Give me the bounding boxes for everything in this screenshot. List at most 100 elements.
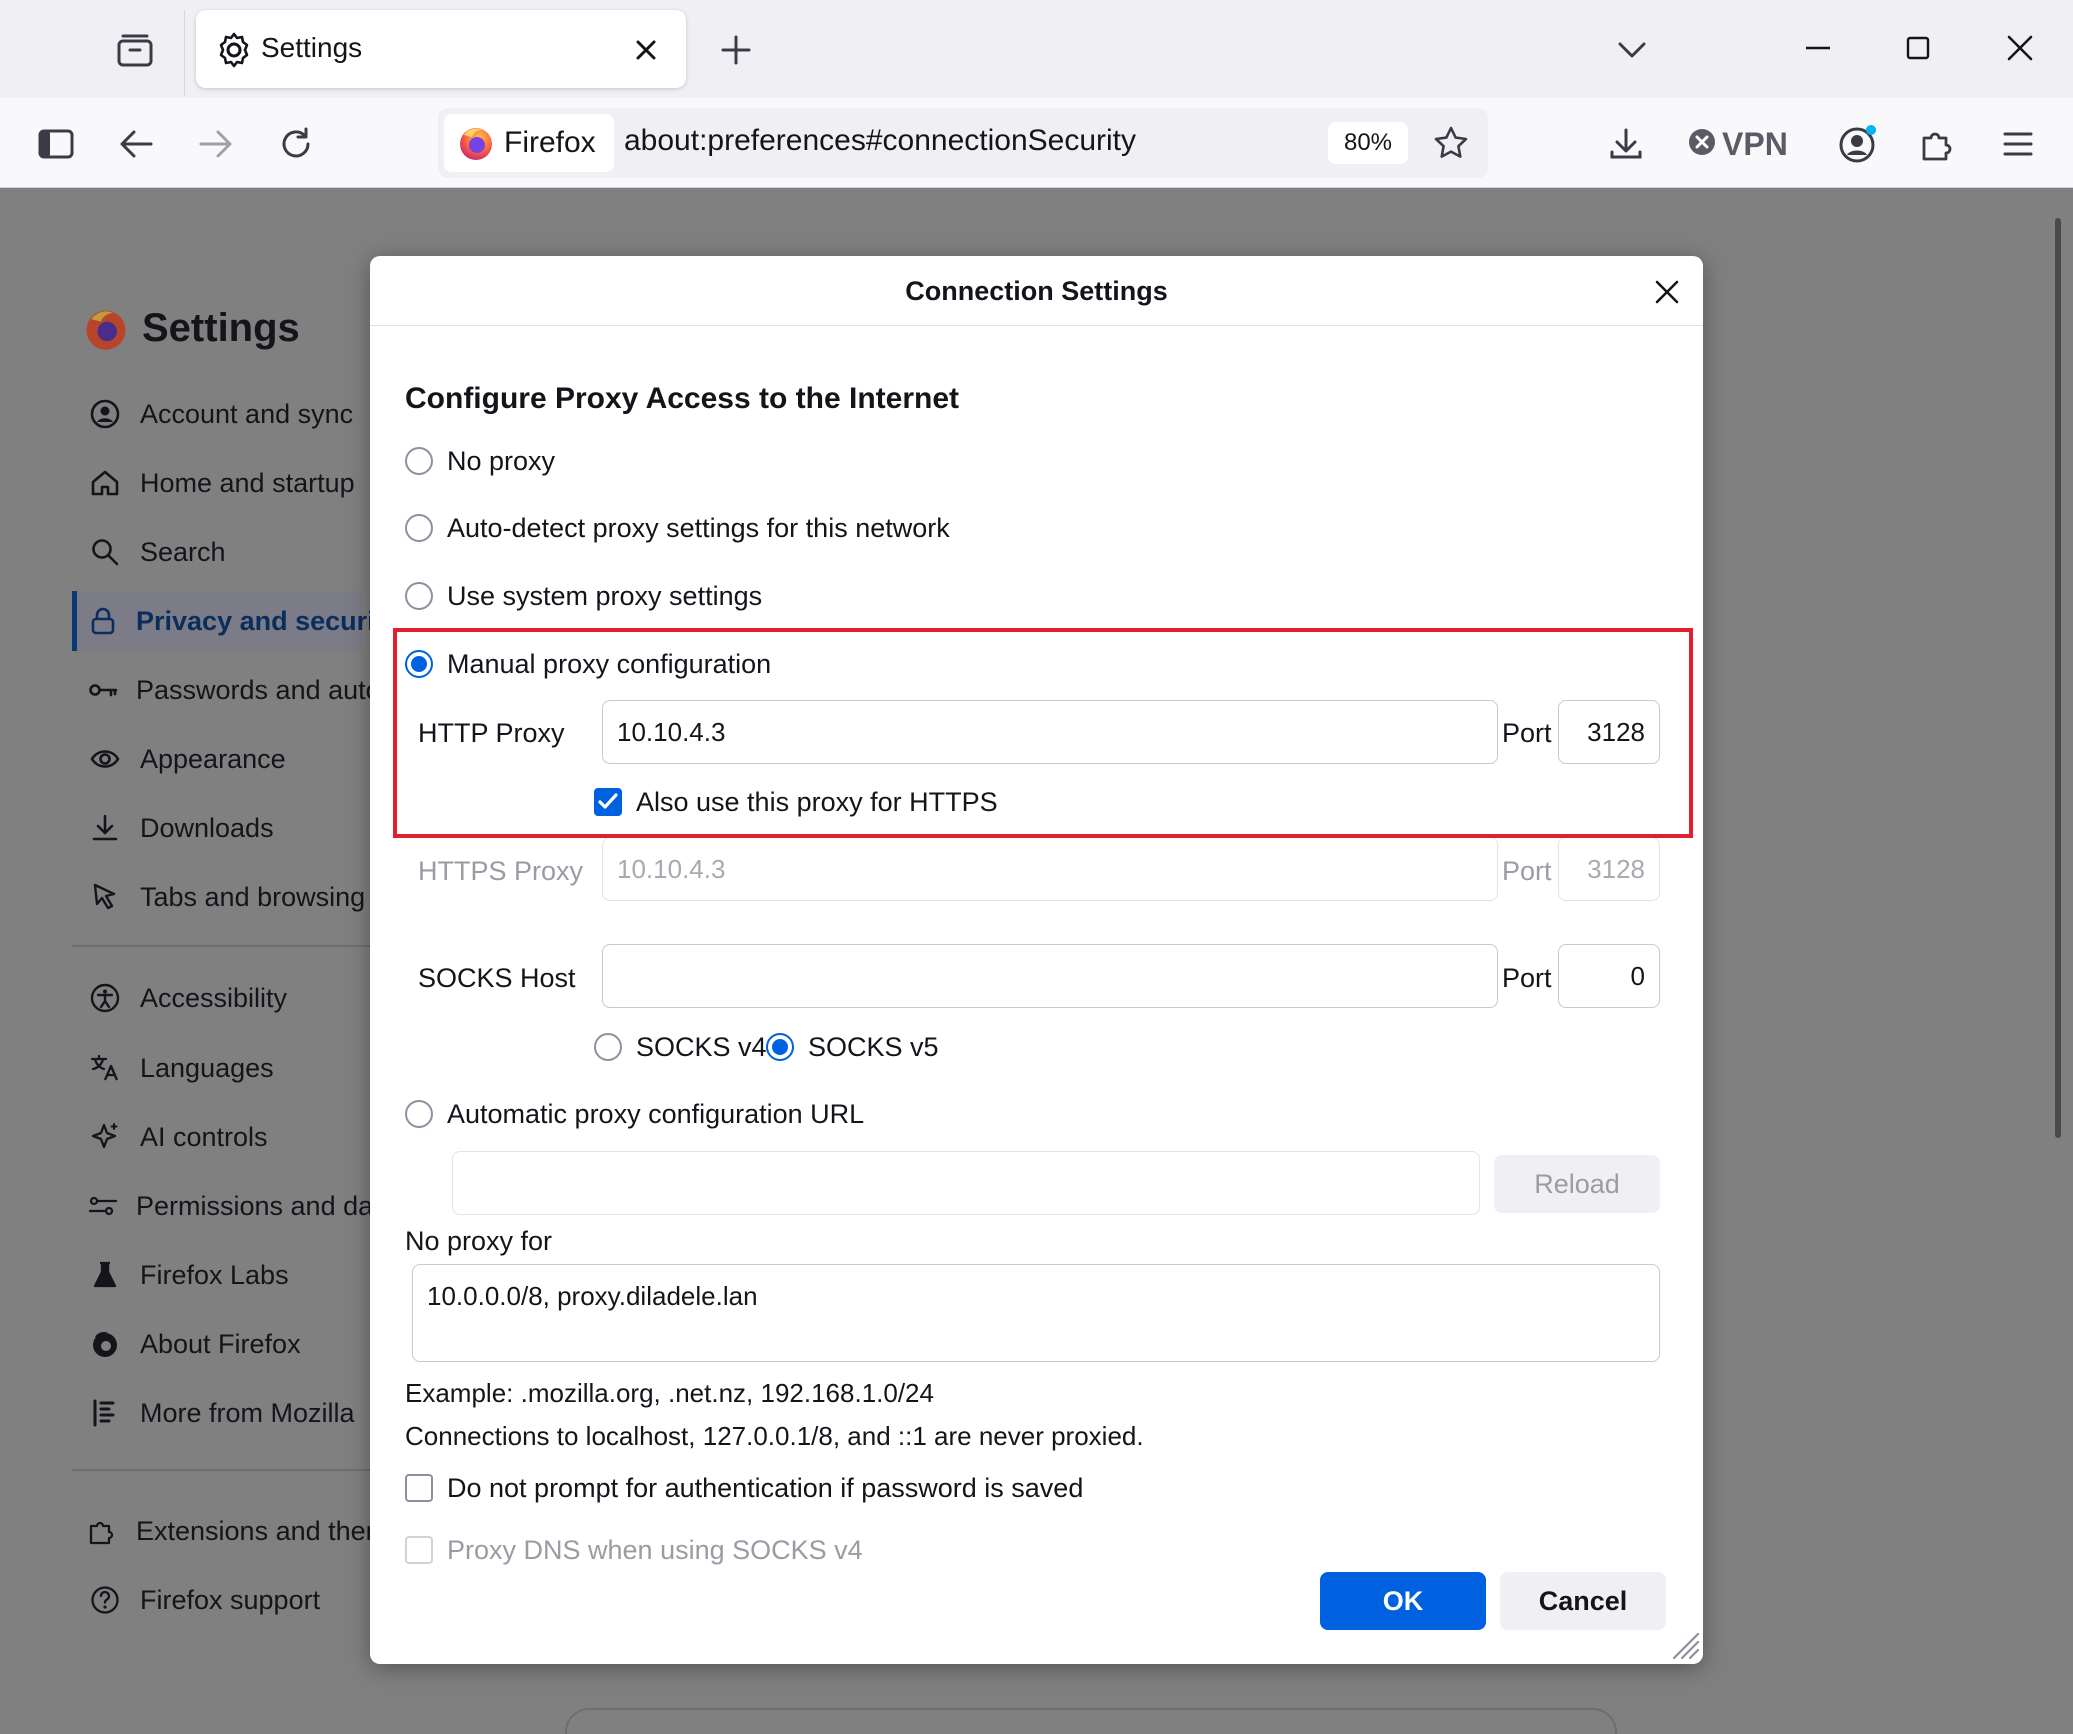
firefox-icon (458, 125, 494, 161)
translate-icon (88, 1051, 122, 1085)
auto-detect-radio[interactable] (405, 514, 433, 542)
auto-url-input (452, 1151, 1480, 1215)
maximize-icon[interactable] (1896, 26, 1940, 70)
socks-v5-label: SOCKS v5 (808, 1031, 939, 1062)
download-icon[interactable] (1600, 118, 1652, 170)
sidebar-item-accessibility[interactable]: Accessibility (88, 968, 372, 1028)
sidebar-item-label: Firefox support (140, 1584, 321, 1615)
sidebar-item-extensions-and-themes[interactable]: Extensions and themes (88, 1501, 372, 1561)
key-icon (88, 673, 118, 707)
firefox-icon (88, 1327, 122, 1361)
window-close-icon[interactable] (1998, 26, 2042, 70)
ok-button[interactable]: OK (1320, 1572, 1486, 1630)
socks-port-label: Port (1502, 963, 1552, 993)
sidebar-item-home-and-startup[interactable]: Home and startup (88, 453, 372, 513)
socks-v5-radio[interactable] (766, 1033, 794, 1061)
sliders-icon (88, 1189, 118, 1223)
eye-icon (88, 742, 122, 776)
vpn-button[interactable]: VPN (1688, 120, 1788, 168)
star-icon[interactable] (1428, 120, 1474, 166)
socks-host-label: SOCKS Host (418, 963, 576, 993)
settings-sidebar: Account and sync Home and startup Search… (72, 188, 372, 1734)
sidebar-item-firefox-support[interactable]: Firefox support (88, 1570, 372, 1630)
minimize-icon[interactable] (1796, 26, 1840, 70)
sidebar-item-downloads[interactable]: Downloads (88, 798, 372, 858)
system-proxy-option[interactable]: Use system proxy settings (405, 576, 762, 616)
socks-v5-option[interactable]: SOCKS v5 (766, 1027, 939, 1067)
auto-url-option[interactable]: Automatic proxy configuration URL (405, 1094, 864, 1134)
socks-host-input[interactable] (602, 944, 1498, 1008)
sidebar-item-ai-controls[interactable]: AI controls (88, 1107, 372, 1167)
url-bar[interactable]: Firefox about:preferences#connectionSecu… (438, 108, 1488, 178)
chevron-down-icon[interactable] (1610, 28, 1654, 72)
system-proxy-radio[interactable] (405, 582, 433, 610)
socks-v4-radio[interactable] (594, 1033, 622, 1061)
puzzle-icon (88, 1514, 118, 1548)
flask-icon (88, 1258, 122, 1292)
proxy-dns-checkbox (405, 1536, 433, 1564)
section-title: Configure Proxy Access to the Internet (405, 382, 960, 415)
sidebar-item-about-firefox[interactable]: About Firefox (88, 1314, 372, 1374)
close-tab-icon[interactable] (628, 32, 664, 68)
plus-icon[interactable] (714, 28, 758, 72)
socks-v4-option[interactable]: SOCKS v4 (594, 1027, 767, 1067)
identity-box[interactable]: Firefox (444, 114, 614, 172)
sidebar-item-label: Account and sync (140, 398, 354, 429)
sidebar-item-passwords-and-autofill[interactable]: Passwords and autofill (88, 660, 372, 720)
vpn-label: VPN (1722, 125, 1788, 162)
close-icon[interactable] (1647, 272, 1687, 312)
no-auth-prompt-option[interactable]: Do not prompt for authentication if pass… (405, 1468, 1083, 1508)
sidebar-item-label: Home and startup (140, 467, 355, 498)
example-note: Example: .mozilla.org, .net.nz, 192.168.… (405, 1378, 934, 1408)
search-icon (88, 535, 122, 569)
auto-url-radio[interactable] (405, 1100, 433, 1128)
sidebar-item-languages[interactable]: Languages (88, 1038, 372, 1098)
sidebar-item-privacy-and-security[interactable]: Privacy and security (72, 591, 372, 651)
sidebar-item-search[interactable]: Search (88, 522, 372, 582)
no-proxy-for-textarea[interactable]: 10.0.0.0/8, proxy.diladele.lan (412, 1264, 1660, 1362)
no-auth-prompt-checkbox[interactable] (405, 1474, 433, 1502)
no-proxy-option[interactable]: No proxy (405, 441, 555, 481)
sidebar-item-appearance[interactable]: Appearance (88, 729, 372, 789)
sidebar-item-label: About Firefox (140, 1328, 301, 1359)
socks-v4-label: SOCKS v4 (636, 1031, 767, 1062)
back-arrow-icon[interactable] (110, 118, 162, 170)
https-proxy-label: HTTPS Proxy (418, 856, 584, 886)
dialog-title: Connection Settings (905, 276, 1168, 306)
auto-url-label: Automatic proxy configuration URL (447, 1098, 865, 1129)
sparkle-icon (88, 1120, 122, 1154)
hamburger-menu-icon[interactable] (1992, 118, 2044, 170)
sidebar-item-permissions-and-data[interactable]: Permissions and data (88, 1176, 372, 1236)
account-icon[interactable] (1832, 118, 1884, 170)
cancel-button[interactable]: Cancel (1500, 1572, 1666, 1630)
auto-detect-label: Auto-detect proxy settings for this netw… (447, 512, 950, 543)
resize-grip-icon[interactable] (1668, 1628, 1700, 1660)
no-auth-prompt-label: Do not prompt for authentication if pass… (447, 1472, 1084, 1503)
https-proxy-input: 10.10.4.3 (602, 837, 1498, 901)
page-scrollbar[interactable] (2055, 218, 2061, 1138)
sidebar-divider (72, 945, 372, 947)
home-icon (88, 466, 122, 500)
sidebar-item-tabs-and-browsing[interactable]: Tabs and browsing (88, 867, 372, 927)
sidebar-item-more-from-mozilla[interactable]: More from Mozilla (88, 1383, 372, 1443)
dialog-header: Connection Settings (370, 256, 1703, 326)
sidebar-item-label: AI controls (140, 1121, 268, 1152)
highlight-box (393, 628, 1693, 838)
url-text[interactable]: about:preferences#connectionSecurity (624, 124, 1136, 158)
puzzle-icon[interactable] (1912, 118, 1964, 170)
tab-list-icon[interactable] (110, 28, 160, 72)
no-proxy-for-label: No proxy for (405, 1226, 553, 1256)
sidebar-item-label: Languages (140, 1052, 274, 1083)
auto-detect-option[interactable]: Auto-detect proxy settings for this netw… (405, 508, 950, 548)
sidebar-icon[interactable] (30, 118, 82, 170)
tab-settings[interactable]: Settings (196, 10, 686, 88)
sidebar-item-firefox-labs[interactable]: Firefox Labs (88, 1245, 372, 1305)
system-proxy-label: Use system proxy settings (447, 580, 763, 611)
navigation-toolbar: Firefox about:preferences#connectionSecu… (0, 98, 2073, 188)
no-proxy-radio[interactable] (405, 447, 433, 475)
reload-button: Reload (1494, 1155, 1660, 1213)
zoom-level-button[interactable]: 80% (1328, 122, 1408, 164)
reload-icon[interactable] (270, 118, 322, 170)
socks-port-input[interactable]: 0 (1558, 944, 1660, 1008)
sidebar-item-account-and-sync[interactable]: Account and sync (88, 384, 372, 444)
